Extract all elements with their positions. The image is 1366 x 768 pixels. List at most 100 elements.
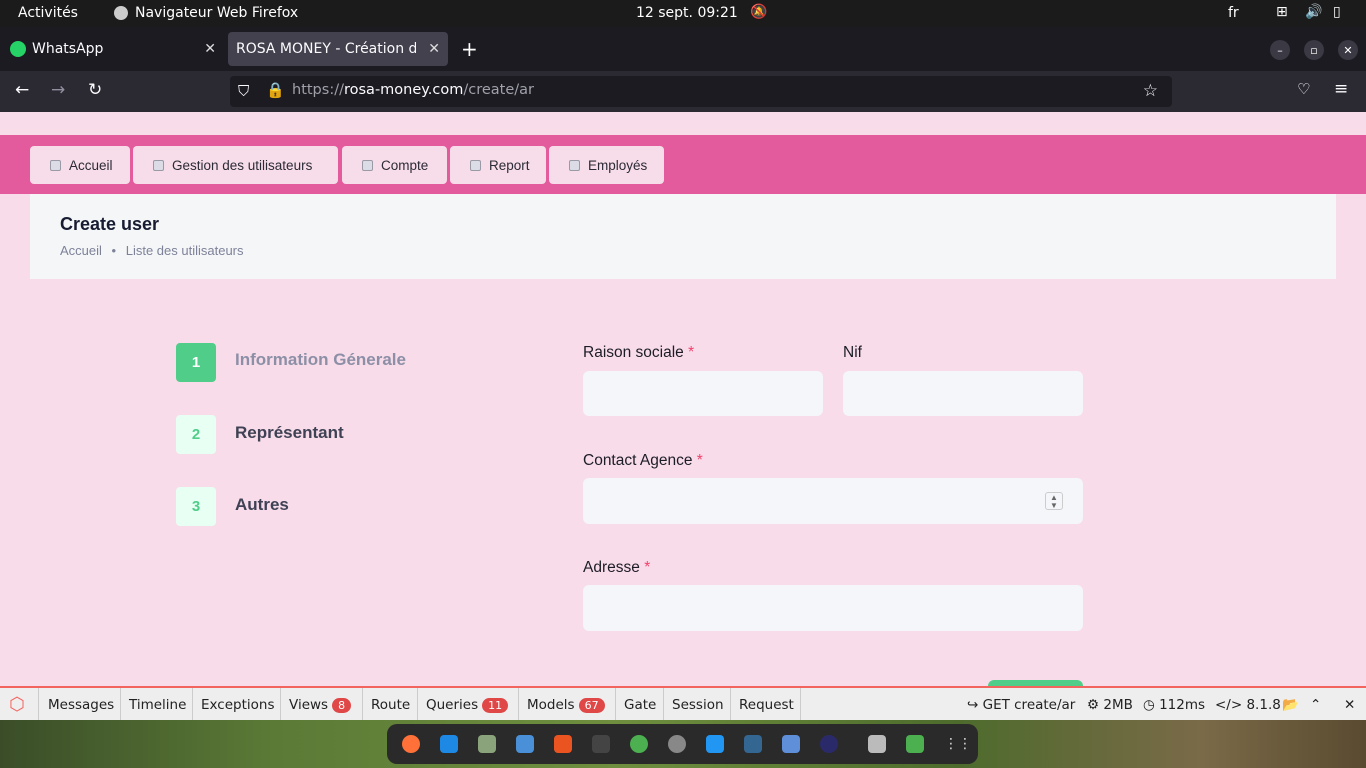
battery-icon[interactable]: ▯	[1333, 4, 1341, 20]
page-title: Create user	[60, 214, 160, 234]
archive-dock-icon[interactable]	[868, 735, 886, 753]
writer-dock-icon[interactable]	[516, 735, 534, 753]
close-icon[interactable]: ✕	[428, 41, 440, 57]
settings-dock-icon[interactable]	[668, 735, 686, 753]
debug-timeline[interactable]: Timeline	[129, 697, 186, 713]
shield-icon[interactable]: ⛉	[238, 82, 249, 100]
debug-request-summary[interactable]: ↪ GET create/ar	[967, 697, 1075, 713]
nif-input[interactable]	[843, 371, 1083, 416]
number-spinner-icon[interactable]: ▲ ▼	[1045, 492, 1063, 510]
bookmark-star-icon[interactable]: ☆	[1143, 81, 1158, 101]
network-icon[interactable]: ⊞	[1276, 4, 1288, 20]
tab-label: ROSA MONEY - Création d'u	[236, 41, 416, 57]
postgres-dock-icon[interactable]	[744, 735, 762, 753]
activities-button[interactable]: Activités	[18, 5, 78, 21]
menu-item-gestion[interactable]: Gestion des utilisateurs	[133, 146, 338, 184]
debug-messages[interactable]: Messages	[48, 697, 114, 713]
contact-agence-input[interactable]: ▲ ▼	[583, 478, 1083, 524]
vscode-dock-icon[interactable]	[706, 735, 724, 753]
app-name[interactable]: Navigateur Web Firefox	[135, 5, 298, 21]
whatsapp-icon	[10, 41, 26, 57]
menu-item-compte[interactable]: Compte	[342, 146, 447, 184]
close-icon[interactable]: ✕	[204, 41, 216, 57]
breadcrumb-users[interactable]: Liste des utilisateurs	[126, 243, 244, 258]
trash-dock-icon[interactable]	[906, 735, 924, 753]
users-icon	[153, 159, 164, 171]
hamburger-menu-icon[interactable]: ≡	[1334, 79, 1348, 99]
eclipse-dock-icon[interactable]	[820, 735, 838, 753]
editor-dock-icon[interactable]	[782, 735, 800, 753]
breadcrumb-home[interactable]: Accueil	[60, 243, 102, 258]
notifications-off-icon: 🔕	[750, 4, 768, 20]
raison-sociale-label: Raison sociale *	[583, 344, 695, 361]
adresse-label: Adresse *	[583, 559, 651, 576]
step-1-label[interactable]: Information Génerale	[235, 350, 406, 370]
browser-tabs-bar: WhatsApp ✕ ROSA MONEY - Création d'u ✕ +…	[0, 27, 1366, 71]
close-debugbar-icon[interactable]: ✕	[1344, 697, 1355, 713]
menu-item-report[interactable]: Report	[450, 146, 546, 184]
home-icon	[50, 159, 61, 171]
browser-nav-bar: ← → ↻ ⛉ 🔒 https://rosa-money.com/create/…	[0, 71, 1366, 112]
terminal-dock-icon[interactable]	[592, 735, 610, 753]
debug-gate[interactable]: Gate	[624, 697, 656, 713]
menu-item-accueil[interactable]: Accueil	[30, 146, 130, 184]
debug-session[interactable]: Session	[672, 697, 724, 713]
forward-icon[interactable]: →	[51, 80, 65, 100]
back-icon[interactable]: ←	[15, 80, 29, 100]
debug-time: ◷ 112ms	[1143, 697, 1206, 713]
debug-views[interactable]: Views 8	[289, 697, 352, 713]
volume-icon[interactable]: 🔊	[1305, 4, 1322, 20]
url-text[interactable]: https://rosa-money.com/create/ar	[292, 82, 534, 98]
system-top-bar: Activités Navigateur Web Firefox 12 sept…	[0, 0, 1366, 27]
menu-item-employes[interactable]: Employés	[549, 146, 664, 184]
clock[interactable]: 12 sept. 09:21	[636, 5, 738, 21]
url-bar[interactable]: ⛉ 🔒 https://rosa-money.com/create/ar ☆	[230, 76, 1172, 107]
step-3-label[interactable]: Autres	[235, 495, 289, 515]
pocket-icon[interactable]: ♡	[1297, 80, 1310, 98]
debug-php-version: </> 8.1.8	[1215, 697, 1281, 713]
app-grid-icon[interactable]: ⋮⋮	[944, 735, 972, 753]
maximize-icon[interactable]: ▫	[1304, 40, 1324, 60]
minimize-icon[interactable]: –	[1270, 40, 1290, 60]
chevron-up-icon[interactable]: ⌃	[1310, 697, 1321, 713]
raison-sociale-input[interactable]	[583, 371, 823, 416]
page-content: Accueil Gestion des utilisateurs Compte …	[0, 112, 1366, 688]
report-icon	[470, 159, 481, 171]
files-dock-icon[interactable]	[478, 735, 496, 753]
chrome-dock-icon[interactable]	[630, 735, 648, 753]
folder-icon[interactable]: 📂	[1282, 697, 1299, 713]
step-2-label[interactable]: Représentant	[235, 423, 344, 443]
dock: ⋮⋮	[387, 724, 978, 764]
contact-agence-label: Contact Agence *	[583, 452, 703, 469]
new-tab-icon[interactable]: +	[461, 37, 478, 61]
software-dock-icon[interactable]	[554, 735, 572, 753]
desktop-wallpaper: ⋮⋮	[0, 720, 1366, 768]
debug-queries[interactable]: Queries 11	[426, 697, 509, 713]
close-window-icon[interactable]: ✕	[1338, 40, 1358, 60]
step-1-number[interactable]: 1	[176, 343, 216, 382]
account-icon	[362, 159, 373, 171]
firefox-dock-icon[interactable]	[402, 735, 420, 753]
tab-rosa-money[interactable]: ROSA MONEY - Création d'u ✕	[228, 32, 448, 66]
reload-icon[interactable]: ↻	[88, 80, 102, 100]
debug-route[interactable]: Route	[371, 697, 410, 713]
debug-exceptions[interactable]: Exceptions	[201, 697, 274, 713]
lock-icon[interactable]: 🔒	[266, 81, 285, 99]
tab-label: WhatsApp	[32, 41, 104, 57]
debug-request[interactable]: Request	[739, 697, 794, 713]
step-3-number[interactable]: 3	[176, 487, 216, 526]
adresse-input[interactable]	[583, 585, 1083, 631]
tab-whatsapp[interactable]: WhatsApp ✕	[0, 32, 224, 66]
laravel-logo-icon[interactable]: ⬡	[9, 694, 25, 715]
nif-label: Nif	[843, 344, 862, 361]
breadcrumb: Accueil • Liste des utilisateurs	[60, 243, 244, 258]
debug-bar: ⬡ Messages Timeline Exceptions Views 8 Ro…	[0, 686, 1366, 720]
thunderbird-dock-icon[interactable]	[440, 735, 458, 753]
firefox-icon	[114, 6, 128, 20]
debug-memory: ⚙ 2MB	[1087, 697, 1133, 713]
language-indicator[interactable]: fr	[1228, 5, 1239, 21]
debug-models[interactable]: Models 67	[527, 697, 605, 713]
employees-icon	[569, 159, 580, 171]
step-2-number[interactable]: 2	[176, 415, 216, 454]
page-header: Create user Accueil • Liste des utilisat…	[30, 194, 1336, 279]
